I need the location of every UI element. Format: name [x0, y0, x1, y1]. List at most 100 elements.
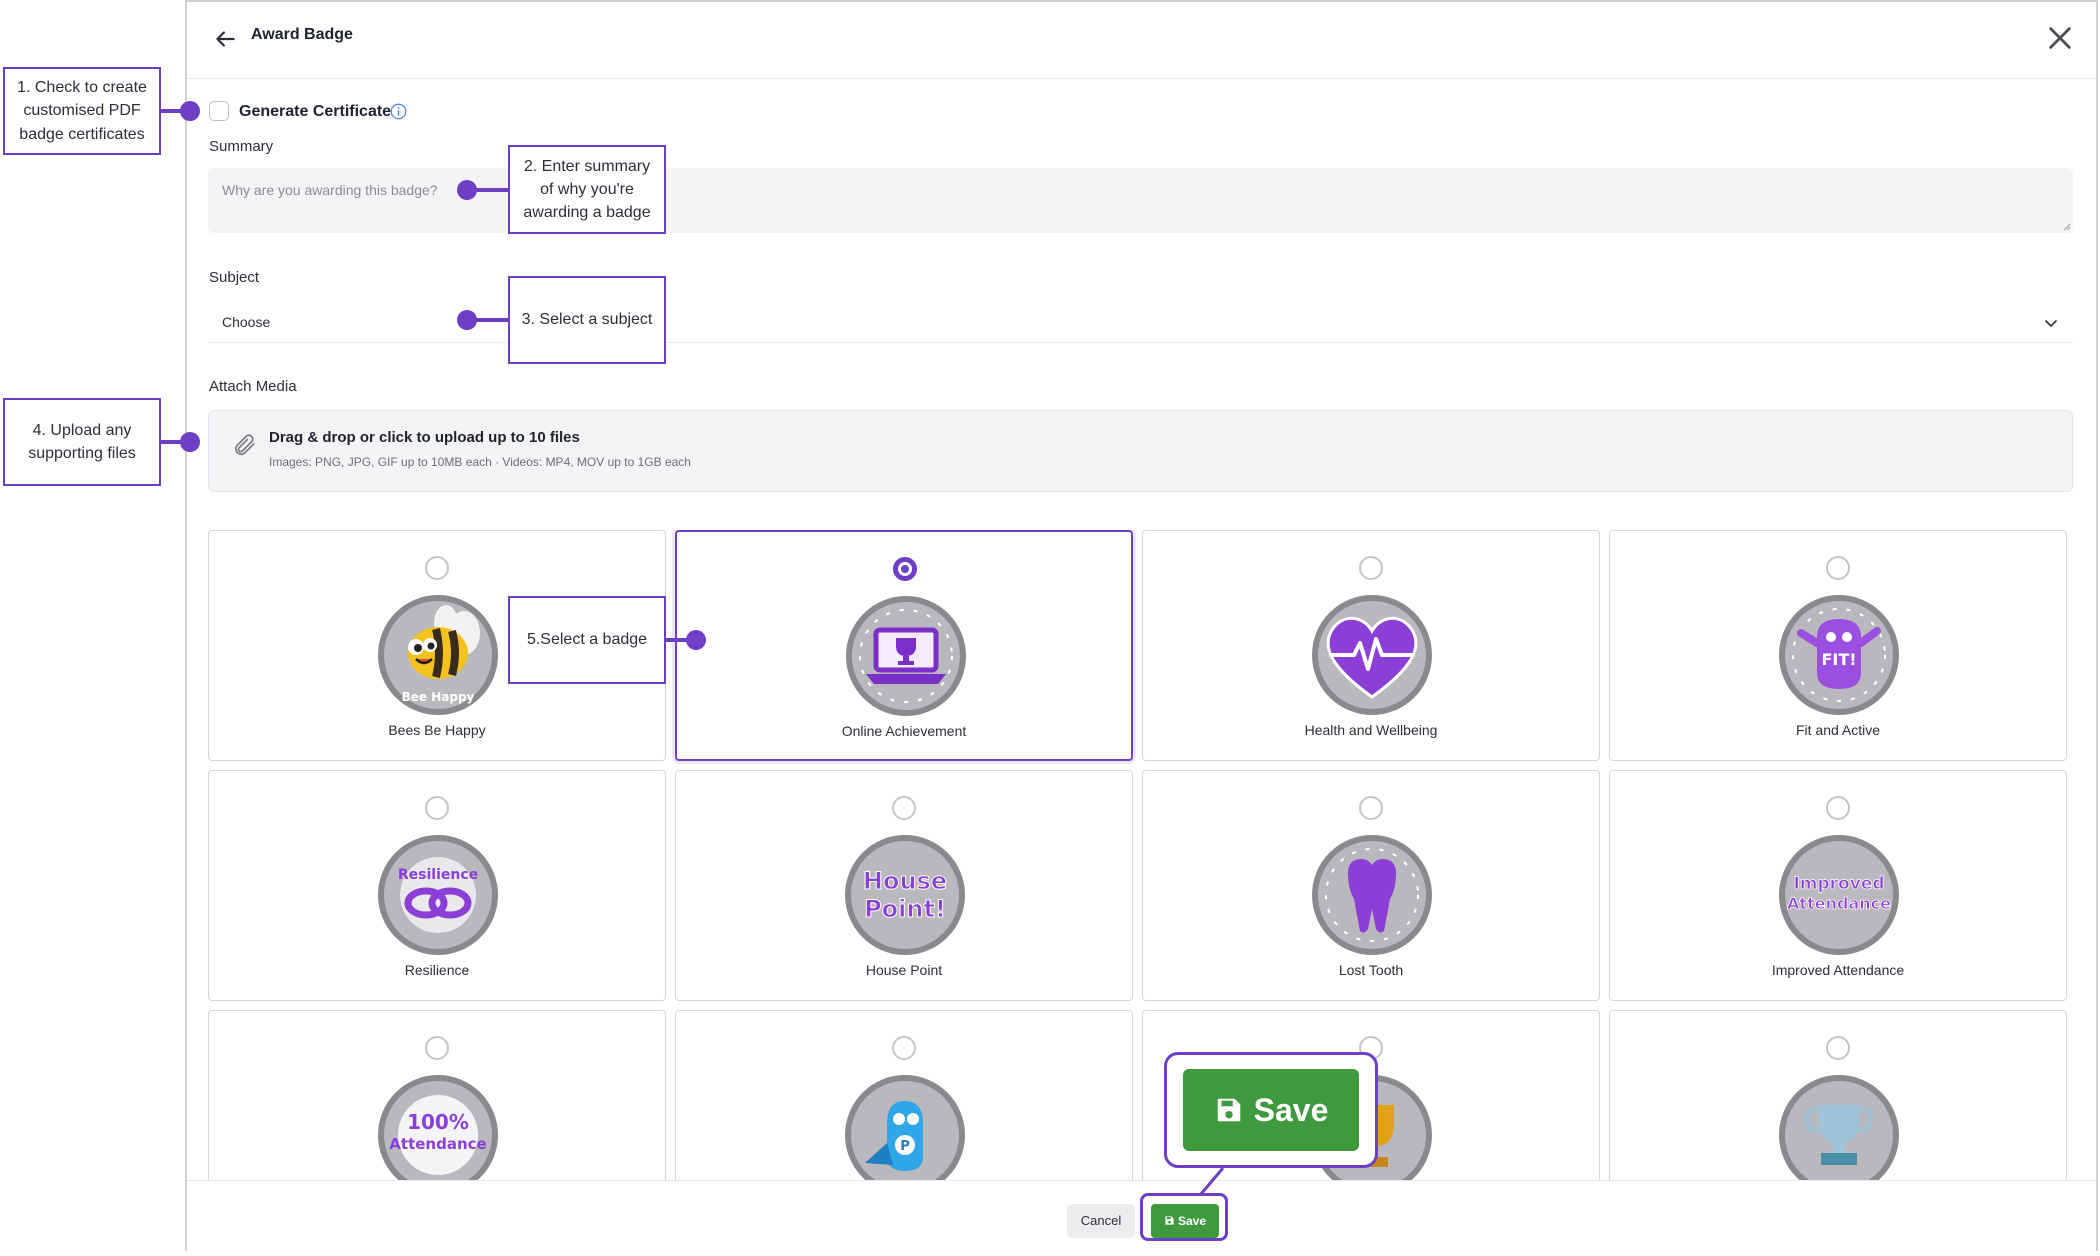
dropzone-title: Drag & drop or click to upload up to 10 …	[269, 429, 580, 446]
improved-attendance-art-text-1: Improved	[1793, 874, 1884, 894]
badge-name: Online Achievement	[841, 723, 967, 739]
dropzone-subtitle: Images: PNG, JPG, GIF up to 10MB each · …	[269, 455, 691, 469]
info-icon[interactable]	[390, 103, 407, 120]
callout-select-subject: 3. Select a subject	[508, 276, 666, 364]
callout-connector	[474, 318, 508, 322]
generate-certificate-label: Generate Certificate	[239, 103, 392, 120]
badge-card-improved-attendance[interactable]: Improved Attendance Improved Attendance	[1609, 770, 2067, 1001]
badge-name: Lost Tooth	[1338, 962, 1404, 978]
callout-line: of why you're	[540, 180, 634, 198]
close-icon[interactable]	[2046, 24, 2074, 52]
100-attendance-badge-icon: 100% Attendance	[378, 1075, 498, 1180]
improved-attendance-art-text-2: Attendance	[1787, 894, 1891, 913]
callout-dot	[180, 101, 200, 121]
paperclip-icon	[235, 434, 255, 456]
callout-line: 2. Enter summary	[523, 157, 651, 175]
badge-radio[interactable]	[1359, 796, 1383, 820]
badge-radio[interactable]	[1826, 796, 1850, 820]
house-point-art-text-2: Point!	[864, 895, 946, 923]
summary-placeholder: Why are you awarding this badge?	[222, 182, 438, 198]
badge-card-100-attendance[interactable]: 100% Attendance	[208, 1010, 666, 1180]
badge-grid: Bee Happy Bees Be Happy Online Achieveme…	[208, 530, 2076, 1180]
badge-radio-selected[interactable]	[893, 557, 917, 581]
generate-certificate-checkbox[interactable]	[209, 101, 229, 121]
badge-card-fit-and-active[interactable]: FIT! Fit and Active	[1609, 530, 2067, 761]
callout-dot	[457, 310, 477, 330]
callout-dot	[180, 432, 200, 452]
cancel-button[interactable]: Cancel	[1067, 1204, 1135, 1238]
zoomed-save-label: Save	[1253, 1091, 1329, 1128]
callout-line: 4. Upload any	[32, 421, 132, 439]
house-point-badge-icon: House Point!	[845, 835, 965, 955]
badge-name: Improved Attendance	[1771, 962, 1905, 978]
callout-dot	[457, 180, 477, 200]
attach-media-label: Attach Media	[209, 378, 297, 395]
callout-pointer	[1199, 1167, 1225, 1195]
fit-badge-art-text: FIT!	[1821, 650, 1856, 669]
badge-card-online-achievement[interactable]: Online Achievement	[675, 530, 1133, 761]
subject-label: Subject	[209, 269, 260, 286]
save-button-highlight	[1140, 1193, 1228, 1241]
badge-radio[interactable]	[892, 1036, 916, 1060]
callout-line: 5.Select a badge	[526, 631, 648, 649]
callout-upload-files: 4. Upload any supporting files	[3, 398, 161, 486]
callout-dot	[686, 630, 706, 650]
badge-radio[interactable]	[1359, 556, 1383, 580]
tooth-badge-icon	[1312, 835, 1432, 955]
badge-radio[interactable]	[892, 796, 916, 820]
blue-mascot-badge-icon: P	[845, 1075, 965, 1180]
bee-badge-art-text: Bee Happy	[402, 690, 475, 704]
attendance-art-text-1: 100%	[407, 1110, 469, 1134]
floppy-disk-icon	[1217, 1098, 1240, 1122]
silver-trophy-badge-icon	[1779, 1075, 1899, 1180]
badge-radio[interactable]	[425, 556, 449, 580]
badge-name: House Point	[865, 962, 943, 978]
resilience-badge-art-text: Resilience	[398, 867, 478, 883]
badge-name: Health and Wellbeing	[1304, 722, 1438, 738]
upload-dropzone[interactable]: Drag & drop or click to upload up to 10 …	[208, 410, 2073, 492]
resize-handle-icon[interactable]	[2061, 221, 2071, 231]
back-arrow-icon[interactable]	[212, 26, 238, 52]
badge-radio[interactable]	[425, 796, 449, 820]
laptop-trophy-badge-icon	[846, 596, 966, 716]
callout-line: badge certificates	[19, 125, 145, 143]
callout-select-badge: 5.Select a badge	[508, 596, 666, 684]
summary-textarea[interactable]: Why are you awarding this badge?	[208, 168, 2073, 233]
badge-card-lost-tooth[interactable]: Lost Tooth	[1142, 770, 1600, 1001]
subject-select-value: Choose	[222, 314, 271, 330]
mascot-art-text: P	[900, 1139, 910, 1154]
callout-line: 1. Check to create	[17, 79, 147, 97]
badge-radio[interactable]	[1826, 1036, 1850, 1060]
summary-label: Summary	[209, 138, 274, 155]
badge-card-health-and-wellbeing[interactable]: Health and Wellbeing	[1142, 530, 1600, 761]
bee-badge-icon: Bee Happy	[378, 595, 498, 715]
badge-card-house-point[interactable]: House Point! House Point	[675, 770, 1133, 1001]
badge-radio[interactable]	[1826, 556, 1850, 580]
heart-badge-icon	[1312, 595, 1432, 715]
callout-check-certificate: 1. Check to create customised PDF badge ce…	[3, 67, 161, 155]
badge-name: Bees Be Happy	[388, 722, 486, 738]
resilience-badge-icon: Resilience	[378, 835, 498, 955]
callout-line: 3. Select a subject	[521, 311, 653, 329]
callout-line: customised PDF	[23, 102, 141, 120]
house-point-art-text-1: House	[863, 867, 947, 895]
badge-card-silver-trophy[interactable]	[1609, 1010, 2067, 1180]
callout-enter-summary: 2. Enter summary of why you're awarding a …	[508, 145, 666, 234]
callout-line: awarding a badge	[523, 204, 651, 222]
improved-attendance-badge-icon: Improved Attendance	[1779, 835, 1899, 955]
fit-monster-badge-icon: FIT!	[1779, 595, 1899, 715]
modal-header: Award Badge	[187, 2, 2096, 79]
badge-radio[interactable]	[425, 1036, 449, 1060]
callout-connector	[474, 188, 508, 192]
badge-card-resilience[interactable]: Resilience Resilience	[208, 770, 666, 1001]
subject-select[interactable]: Choose	[208, 302, 2073, 343]
badge-name: Resilience	[404, 962, 470, 978]
callout-line: supporting files	[28, 445, 136, 462]
attendance-art-text-2: Attendance	[389, 1135, 486, 1153]
page-title: Award Badge	[251, 26, 353, 43]
badge-name: Fit and Active	[1795, 722, 1881, 738]
zoomed-save-button: Save	[1183, 1069, 1359, 1151]
badge-card-mascot[interactable]: P	[675, 1010, 1133, 1180]
save-zoom-callout: Save	[1164, 1052, 1378, 1168]
chevron-down-icon	[2045, 320, 2057, 328]
